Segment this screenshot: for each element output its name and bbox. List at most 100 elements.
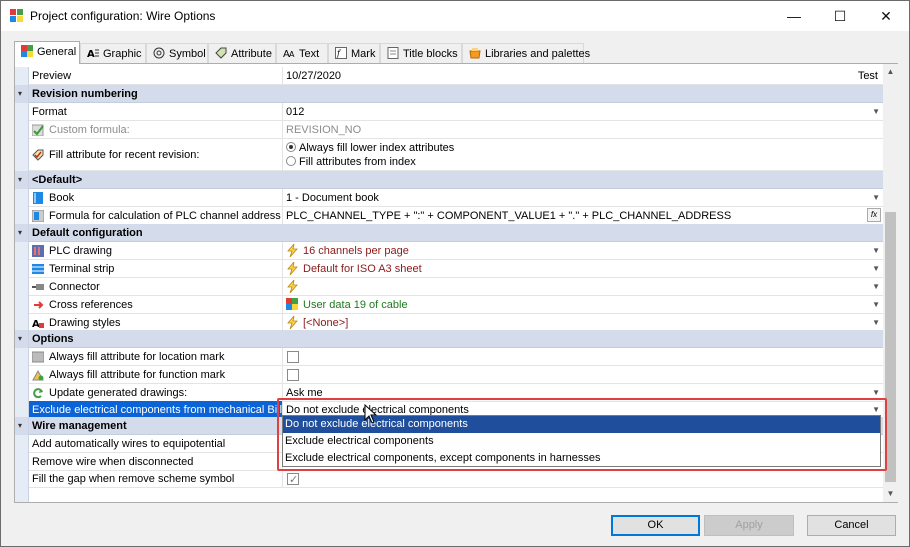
add-wires-label: Add automatically wires to equipotential xyxy=(29,435,283,453)
svg-text:A: A xyxy=(87,49,95,59)
chevron-down-icon[interactable]: ▼ xyxy=(872,384,880,401)
tab-text[interactable]: AA Text xyxy=(276,43,328,63)
text-icon: AA xyxy=(283,47,295,60)
tab-label: Title blocks xyxy=(403,48,458,60)
location-mark-cell xyxy=(283,348,883,366)
collapse-icon[interactable]: ▾ xyxy=(18,90,26,98)
scroll-up-icon[interactable]: ▲ xyxy=(883,64,898,80)
category-default-configuration[interactable]: ▾ Default configuration xyxy=(15,224,883,242)
grid-row-format: Format 012 ▼ xyxy=(15,103,883,121)
chevron-down-icon[interactable]: ▼ xyxy=(872,103,880,120)
dropdown-option[interactable]: Exclude electrical components xyxy=(283,433,880,450)
grid-row-location-mark: Always fill attribute for location mark xyxy=(15,348,883,366)
tab-label: Graphic xyxy=(103,48,142,60)
tab-label: Symbol xyxy=(169,48,206,60)
category-header: <Default> xyxy=(29,171,883,189)
tab-title-blocks[interactable]: Title blocks xyxy=(380,43,462,63)
preview-extra: Test xyxy=(857,70,878,82)
connector-label: Connector xyxy=(29,278,283,296)
radio-button[interactable] xyxy=(286,156,296,166)
scroll-down-icon[interactable]: ▼ xyxy=(883,486,898,502)
chevron-down-icon[interactable]: ▼ xyxy=(872,260,880,277)
formula-editor-button[interactable]: fx xyxy=(867,208,881,222)
libraries-icon xyxy=(469,47,481,59)
general-icon xyxy=(21,45,33,57)
category-options[interactable]: ▾ Options xyxy=(15,330,883,348)
location-mark-checkbox[interactable] xyxy=(287,351,299,363)
plc-formula-input[interactable]: PLC_CHANNEL_TYPE + ":" + COMPONENT_VALUE… xyxy=(283,207,883,225)
format-label: Format xyxy=(29,103,283,121)
plc-formula-value: PLC_CHANNEL_TYPE + ":" + COMPONENT_VALUE… xyxy=(286,210,732,222)
ok-button[interactable]: OK xyxy=(611,515,700,536)
tab-graphic[interactable]: A Graphic xyxy=(80,43,146,63)
grid-row-plc-formula: Formula for calculation of PLC channel a… xyxy=(15,207,883,225)
dropdown-option[interactable]: Exclude electrical components, except co… xyxy=(283,450,880,467)
fill-attribute-label: Fill attribute for recent revision: xyxy=(29,139,283,171)
connector-select[interactable]: ▼ xyxy=(283,278,883,296)
project-configuration-window: Project configuration: Wire Options — ☐ … xyxy=(0,0,910,547)
grid-row-plc-drawing: PLC drawing 16 channels per page ▼ xyxy=(15,242,883,260)
graphic-icon: A xyxy=(87,47,99,60)
collapse-icon[interactable]: ▾ xyxy=(18,229,26,237)
category-header: Revision numbering xyxy=(29,85,883,103)
custom-formula-label: Custom formula: xyxy=(29,121,283,139)
preview-label: Preview xyxy=(29,67,283,85)
grid-row-terminal-strip: Terminal strip Default for ISO A3 sheet … xyxy=(15,260,883,278)
fill-gap-checkbox[interactable] xyxy=(287,471,299,487)
collapse-icon[interactable]: ▾ xyxy=(18,176,26,184)
close-button[interactable]: ✕ xyxy=(863,1,909,31)
vertical-scrollbar[interactable]: ▲ ▼ xyxy=(883,64,898,502)
book-select[interactable]: 1 - Document book ▼ xyxy=(283,189,883,207)
category-default[interactable]: ▾ <Default> xyxy=(15,171,883,189)
collapse-icon[interactable]: ▾ xyxy=(18,422,26,430)
radio-fill-from-index[interactable]: Fill attributes from index xyxy=(286,155,883,169)
collapse-icon[interactable]: ▾ xyxy=(18,335,26,343)
plc-drawing-select[interactable]: 16 channels per page ▼ xyxy=(283,242,883,260)
terminal-strip-select[interactable]: Default for ISO A3 sheet ▼ xyxy=(283,260,883,278)
update-drawings-select[interactable]: Ask me ▼ xyxy=(283,384,883,402)
grid-row-fill-attribute: Fill attribute for recent revision: Alwa… xyxy=(15,139,883,171)
radio-always-fill[interactable]: Always fill lower index attributes xyxy=(286,141,883,155)
radio-button-checked[interactable] xyxy=(286,142,296,152)
window-title: Project configuration: Wire Options xyxy=(30,9,216,23)
format-select[interactable]: 012 ▼ xyxy=(283,103,883,121)
preview-value[interactable]: 10/27/2020 Test xyxy=(283,67,883,85)
tab-label: Libraries and palettes xyxy=(485,48,591,60)
tab-attribute[interactable]: Attribute xyxy=(208,43,276,63)
tab-label: Mark xyxy=(351,48,376,60)
chevron-down-icon[interactable]: ▼ xyxy=(872,242,880,259)
location-mark-label: Always fill attribute for location mark xyxy=(29,348,283,366)
maximize-button[interactable]: ☐ xyxy=(817,1,863,31)
plc-drawing-value: 16 channels per page xyxy=(303,245,409,257)
grid-row-empty xyxy=(15,488,883,502)
tab-symbol[interactable]: Symbol xyxy=(146,43,208,63)
tab-general[interactable]: General xyxy=(14,41,80,64)
chevron-down-icon[interactable]: ▼ xyxy=(872,189,880,206)
plc-formula-label: Formula for calculation of PLC channel a… xyxy=(29,207,283,225)
grid-row-fill-gap: Fill the gap when remove scheme symbol xyxy=(15,470,883,488)
grid-row-connector: Connector ▼ xyxy=(15,278,883,296)
function-mark-cell xyxy=(283,366,883,384)
terminal-strip-value: Default for ISO A3 sheet xyxy=(303,263,422,275)
chevron-down-icon[interactable]: ▼ xyxy=(872,296,880,313)
svg-text:A: A xyxy=(289,50,295,59)
apply-button[interactable]: Apply xyxy=(704,515,794,536)
title-blocks-icon xyxy=(387,47,399,59)
title-bar: Project configuration: Wire Options — ☐ … xyxy=(1,1,909,31)
cross-references-label: Cross references xyxy=(29,296,283,314)
cross-references-select[interactable]: User data 19 of cable ▼ xyxy=(283,296,883,314)
tab-libraries-and-palettes[interactable]: Libraries and palettes xyxy=(462,43,590,63)
grid-row-custom-formula: Custom formula: REVISION_NO xyxy=(15,121,883,139)
fill-gap-cell xyxy=(283,470,883,488)
chevron-down-icon[interactable]: ▼ xyxy=(872,278,880,295)
custom-formula-value[interactable]: REVISION_NO xyxy=(283,121,883,139)
function-mark-checkbox[interactable] xyxy=(287,369,299,381)
app-logo-icon xyxy=(10,9,23,22)
minimize-button[interactable]: — xyxy=(771,1,817,31)
mark-icon: f xyxy=(335,47,347,59)
cancel-button[interactable]: Cancel xyxy=(807,515,896,536)
category-revision-numbering[interactable]: ▾ Revision numbering xyxy=(15,85,883,103)
tab-mark[interactable]: f Mark xyxy=(328,43,380,63)
scrollbar-thumb[interactable] xyxy=(885,212,896,482)
lightning-icon xyxy=(287,280,298,293)
